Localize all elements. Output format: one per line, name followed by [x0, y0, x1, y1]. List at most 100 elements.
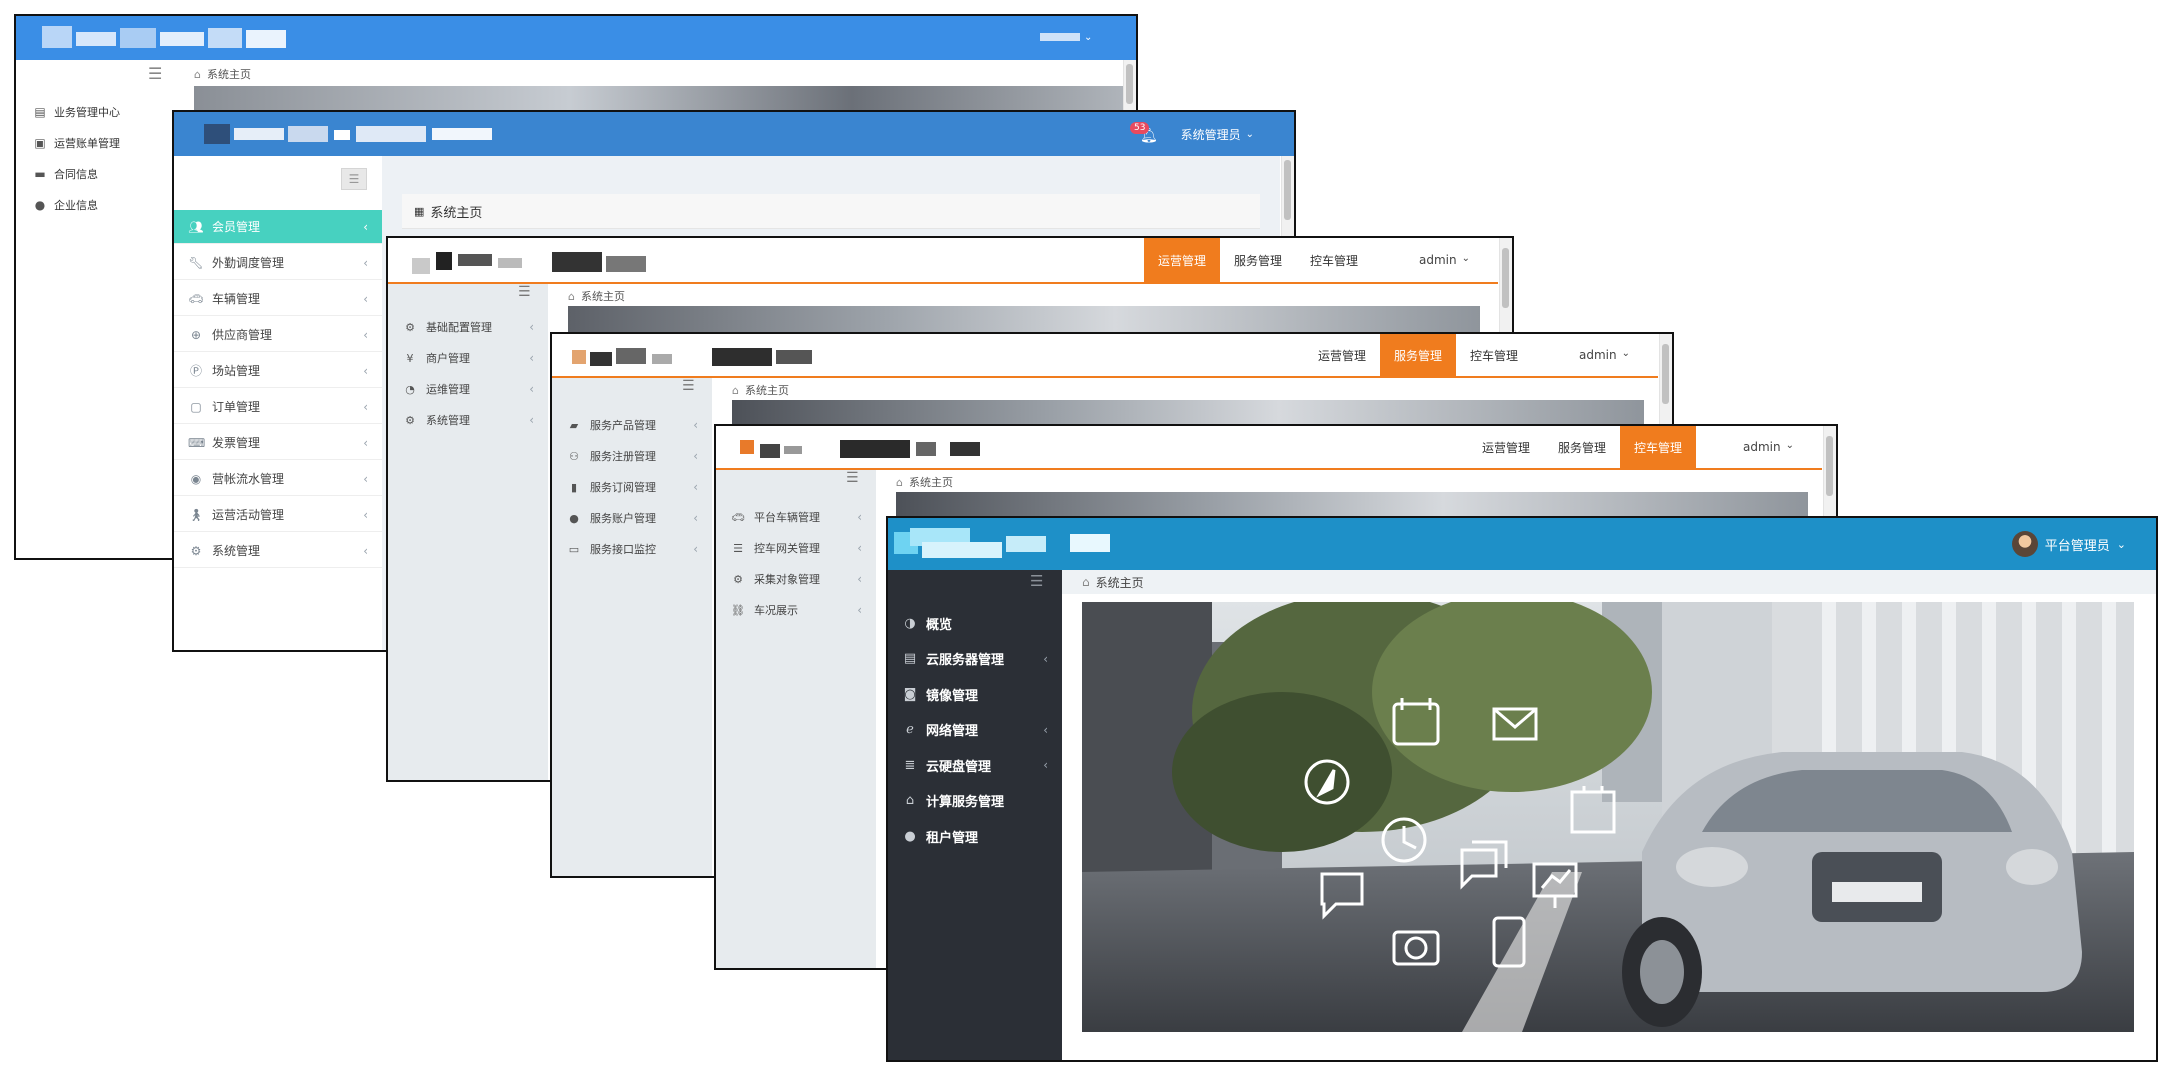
- logo-pixelated: [42, 22, 302, 52]
- home-icon: ⌂: [896, 475, 903, 489]
- sidebar-item-label: 运营账单管理: [54, 137, 120, 150]
- sidebar-item-4[interactable]: ⊕ 供应商管理 ‹: [174, 318, 382, 352]
- user-menu[interactable]: admin ⌄: [1579, 348, 1630, 362]
- sidebar-item-2[interactable]: ▤ 云服务器管理 ‹: [888, 644, 1062, 674]
- sidebar-item-2[interactable]: ¥ 商户管理 ‹: [388, 345, 548, 371]
- sidebar-item-label: 服务注册管理: [590, 450, 656, 463]
- user-menu[interactable]: admin ⌄: [1419, 253, 1470, 267]
- tab-operations[interactable]: 运营管理: [1144, 238, 1221, 282]
- breadcrumb-label: 系统主页: [580, 290, 625, 303]
- chevron-left-icon: ‹: [857, 510, 862, 524]
- sidebar-item-2[interactable]: ⚇ 服务注册管理 ‹: [552, 443, 712, 469]
- sidebar-item-5[interactable]: ▭ 服务接口监控 ‹: [552, 536, 712, 562]
- sidebar-item-1[interactable]: 👥︎ 会员管理 ‹: [174, 210, 382, 244]
- menu-toggle-icon[interactable]: ☰: [148, 64, 162, 83]
- sidebar-item-1[interactable]: ⚙ 基础配置管理 ‹: [388, 314, 548, 340]
- tab-vehicle-control[interactable]: 控车管理: [1620, 426, 1697, 468]
- tab-vehicle-control[interactable]: 控车管理: [1456, 334, 1532, 376]
- sidebar-item-6[interactable]: ⌂ 计算服务管理: [888, 786, 1062, 816]
- sidebar-item-8[interactable]: ◉ 营帐流水管理 ‹: [174, 462, 382, 496]
- chevron-down-icon: ⌄: [1245, 129, 1254, 140]
- gear-icon: ⚙: [405, 413, 415, 427]
- sidebar-item-company[interactable]: ● 企业信息: [16, 195, 176, 215]
- bank-icon: ⌂: [905, 793, 915, 808]
- sidebar-item-label: 镜像管理: [926, 688, 979, 704]
- sidebar-item-10[interactable]: ⚙ 系统管理 ‹: [174, 534, 382, 568]
- tab-services[interactable]: 服务管理: [1544, 426, 1620, 468]
- sidebar-item-label: 运维管理: [426, 383, 470, 396]
- sidebar-item-1[interactable]: 🚗︎ 平台车辆管理 ‹: [716, 504, 876, 530]
- server-icon: ▤: [903, 651, 917, 666]
- top-nav: 运营管理 服务管理 控车管理: [1468, 426, 1697, 468]
- tab-services[interactable]: 服务管理: [1220, 238, 1296, 282]
- menu-toggle-button[interactable]: ☰: [341, 168, 367, 190]
- sidebar-item-3[interactable]: ⚙ 采集对象管理 ‹: [716, 566, 876, 592]
- document-icon: ▢: [190, 399, 202, 414]
- sidebar-item-2[interactable]: ☰ 控车网关管理 ‹: [716, 535, 876, 561]
- tab-operations[interactable]: 运营管理: [1304, 334, 1380, 376]
- sidebar-item-label: 场站管理: [212, 364, 261, 378]
- card-icon: ▬: [34, 167, 46, 181]
- user-menu[interactable]: ⌄: [1040, 30, 1096, 44]
- menu-toggle-icon[interactable]: ☰: [846, 470, 859, 486]
- tab-operations[interactable]: 运营管理: [1468, 426, 1544, 468]
- sidebar-item-6[interactable]: ▢ 订单管理 ‹: [174, 390, 382, 424]
- sidebar-item-2[interactable]: 🔧︎ 外勤调度管理 ‹: [174, 246, 382, 280]
- dashboard-icon: ◑: [904, 615, 916, 631]
- sidebar-item-1[interactable]: ▰ 服务产品管理 ‹: [552, 412, 712, 438]
- sidebar-item-label: 概览: [926, 617, 953, 633]
- sidebar-item-3[interactable]: ◙ 镜像管理: [888, 679, 1062, 709]
- logo-pixelated: [412, 248, 672, 274]
- sidebar-item-7[interactable]: ⌨ 发票管理 ‹: [174, 426, 382, 460]
- sidebar-item-label: 供应商管理: [212, 328, 273, 342]
- page-title-bar: ▦ 系统主页: [402, 194, 1260, 229]
- top-nav: 运营管理 服务管理 控车管理: [1144, 238, 1372, 282]
- sidebar-item-5[interactable]: Ⓟ 场站管理 ‹: [174, 354, 382, 388]
- header-bar: 运营管理 服务管理 控车管理 admin ⌄: [388, 238, 1498, 284]
- user-icon: ●: [904, 828, 916, 844]
- notification-bell[interactable]: 🔔︎ 53: [1130, 122, 1160, 148]
- home-icon: ⌂: [568, 289, 575, 303]
- circle-icon: ◉: [190, 471, 202, 486]
- camera-icon: ◙: [903, 686, 917, 702]
- sitemap-icon: ⛓: [731, 603, 745, 617]
- sidebar-item-contract[interactable]: ▬ 合同信息: [16, 164, 176, 184]
- sidebar-item-1[interactable]: ◑ 概览: [888, 608, 1062, 638]
- sidebar-item-business-center[interactable]: ▤ 业务管理中心: [16, 102, 176, 122]
- sidebar-item-3[interactable]: ◔ 运维管理 ‹: [388, 376, 548, 402]
- breadcrumb: ⌂ 系统主页: [194, 66, 251, 82]
- tab-vehicle-control[interactable]: 控车管理: [1296, 238, 1372, 282]
- sidebar-item-7[interactable]: ● 租户管理: [888, 821, 1062, 851]
- pie-icon: ◔: [405, 382, 415, 396]
- sidebar-item-bill[interactable]: ▣ 运营账单管理: [16, 133, 176, 153]
- chevron-down-icon: ⌄: [1785, 440, 1794, 451]
- sidebar-item-4[interactable]: ⚙ 系统管理 ‹: [388, 407, 548, 433]
- user-menu[interactable]: 系统管理员 ⌄: [1181, 126, 1254, 143]
- sidebar-item-label: 服务订阅管理: [590, 481, 656, 494]
- chevron-left-icon: ‹: [529, 382, 534, 396]
- chevron-left-icon: ‹: [693, 449, 698, 463]
- sidebar-item-label: 业务管理中心: [54, 106, 120, 119]
- tab-services[interactable]: 服务管理: [1380, 334, 1457, 376]
- chevron-left-icon: ‹: [363, 399, 368, 414]
- sidebar-item-label: 网络管理: [926, 724, 979, 739]
- menu-toggle-icon[interactable]: ☰: [518, 284, 531, 300]
- calendar-icon: ▦: [414, 204, 425, 218]
- sidebar-item-9[interactable]: 🚶︎ 运营活动管理 ‹: [174, 498, 382, 532]
- page-title: 系统主页: [430, 205, 483, 221]
- menu-toggle-icon[interactable]: ☰: [682, 378, 695, 394]
- user-menu[interactable]: admin ⌄: [1743, 440, 1794, 454]
- sidebar-item-3[interactable]: 🚗︎ 车辆管理 ‹: [174, 282, 382, 316]
- money-icon: ▣: [34, 136, 46, 150]
- sidebar-item-4[interactable]: ⛓ 车况展示 ‹: [716, 597, 876, 623]
- menu-toggle-icon[interactable]: ☰: [1030, 572, 1043, 590]
- sidebar-item-3[interactable]: ▮ 服务订阅管理 ‹: [552, 474, 712, 500]
- header-bar: 🔔︎ 53 系统管理员 ⌄: [174, 112, 1294, 156]
- user-name: admin: [1579, 348, 1617, 362]
- sidebar-item-5[interactable]: ≣ 云硬盘管理 ‹: [888, 750, 1062, 780]
- sidebar-item-4[interactable]: ● 服务账户管理 ‹: [552, 505, 712, 531]
- user-menu[interactable]: 平台管理员 ⌄: [2011, 531, 2126, 557]
- user-name: admin: [1743, 440, 1781, 454]
- sidebar-item-4[interactable]: ℯ 网络管理 ‹: [888, 715, 1062, 745]
- gear-icon: ⚙: [190, 543, 202, 558]
